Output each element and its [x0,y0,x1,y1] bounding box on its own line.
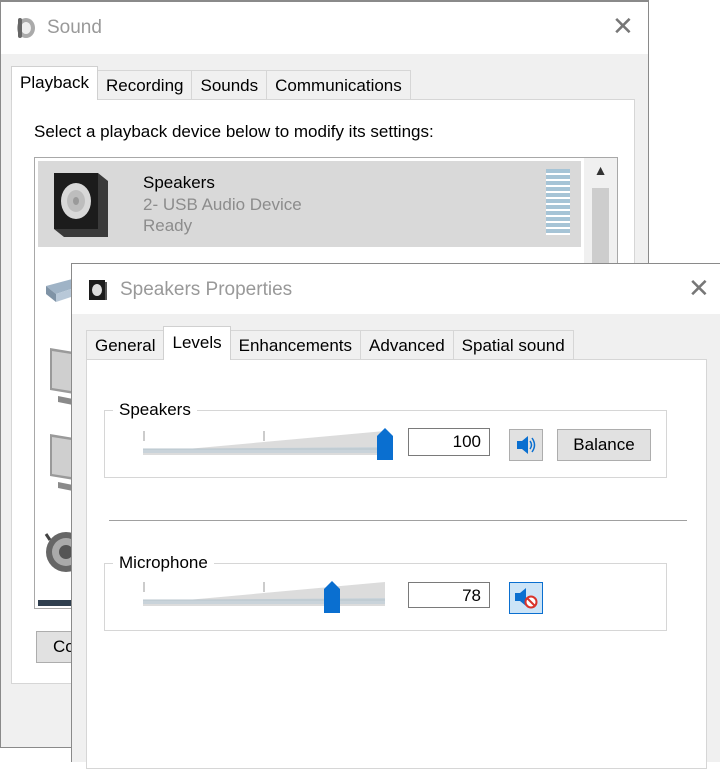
microphone-slider-thumb[interactable] [324,581,340,613]
properties-titlebar[interactable]: Speakers Properties ✕ [72,264,720,314]
speaker-small-icon [88,279,108,306]
speaker-icon [48,169,112,244]
tab-playback[interactable]: Playback [11,66,98,100]
properties-window-title: Speakers Properties [120,279,293,300]
speaker-muted-icon[interactable] [509,582,543,614]
sound-tabs: Playback Recording Sounds Communications [11,66,411,100]
properties-tabs: General Levels Enhancements Advanced Spa… [86,326,574,360]
microphone-volume-slider[interactable] [143,578,388,613]
speakers-volume-slider[interactable] [143,427,393,460]
properties-close-icon[interactable]: ✕ [688,276,710,302]
group-divider [109,520,687,521]
sound-window-title: Sound [47,17,102,38]
tab-advanced[interactable]: Advanced [360,330,454,360]
speakers-properties-window: Speakers Properties ✕ General Levels Enh… [71,263,720,769]
tab-communications[interactable]: Communications [266,70,411,100]
sound-app-icon [15,16,37,45]
tab-enhancements[interactable]: Enhancements [229,330,362,360]
speakers-slider-thumb[interactable] [377,428,393,460]
microphone-level-group: Microphone 78 [104,553,667,631]
speakers-level-group: Speakers 100 Balance [104,400,667,478]
chevron-up-icon[interactable]: ▲ [584,162,617,178]
balance-button[interactable]: Balance [557,429,651,461]
tab-sounds[interactable]: Sounds [191,70,268,100]
playback-instruction: Select a playback device below to modify… [34,122,434,141]
speaker-volume-icon[interactable] [509,429,543,461]
tab-recording[interactable]: Recording [96,70,193,100]
speakers-level-value[interactable]: 100 [408,428,490,456]
tab-spatial-sound[interactable]: Spatial sound [452,330,574,360]
device-row-speakers[interactable]: Speakers 2- USB Audio Device Ready [38,161,581,247]
device-status: Ready [143,216,193,235]
levels-panel: Speakers 100 Balance Microphone 78 [86,359,707,769]
tab-levels[interactable]: Levels [163,326,231,360]
tab-general[interactable]: General [86,330,165,360]
microphone-level-label: Microphone [113,553,214,573]
level-meter [546,169,570,235]
microphone-level-value[interactable]: 78 [408,582,490,608]
device-name: Speakers [143,173,215,192]
speakers-level-label: Speakers [113,400,197,420]
sound-titlebar[interactable]: Sound ✕ [1,2,648,54]
sound-close-icon[interactable]: ✕ [612,14,634,40]
device-description: 2- USB Audio Device [143,195,302,214]
